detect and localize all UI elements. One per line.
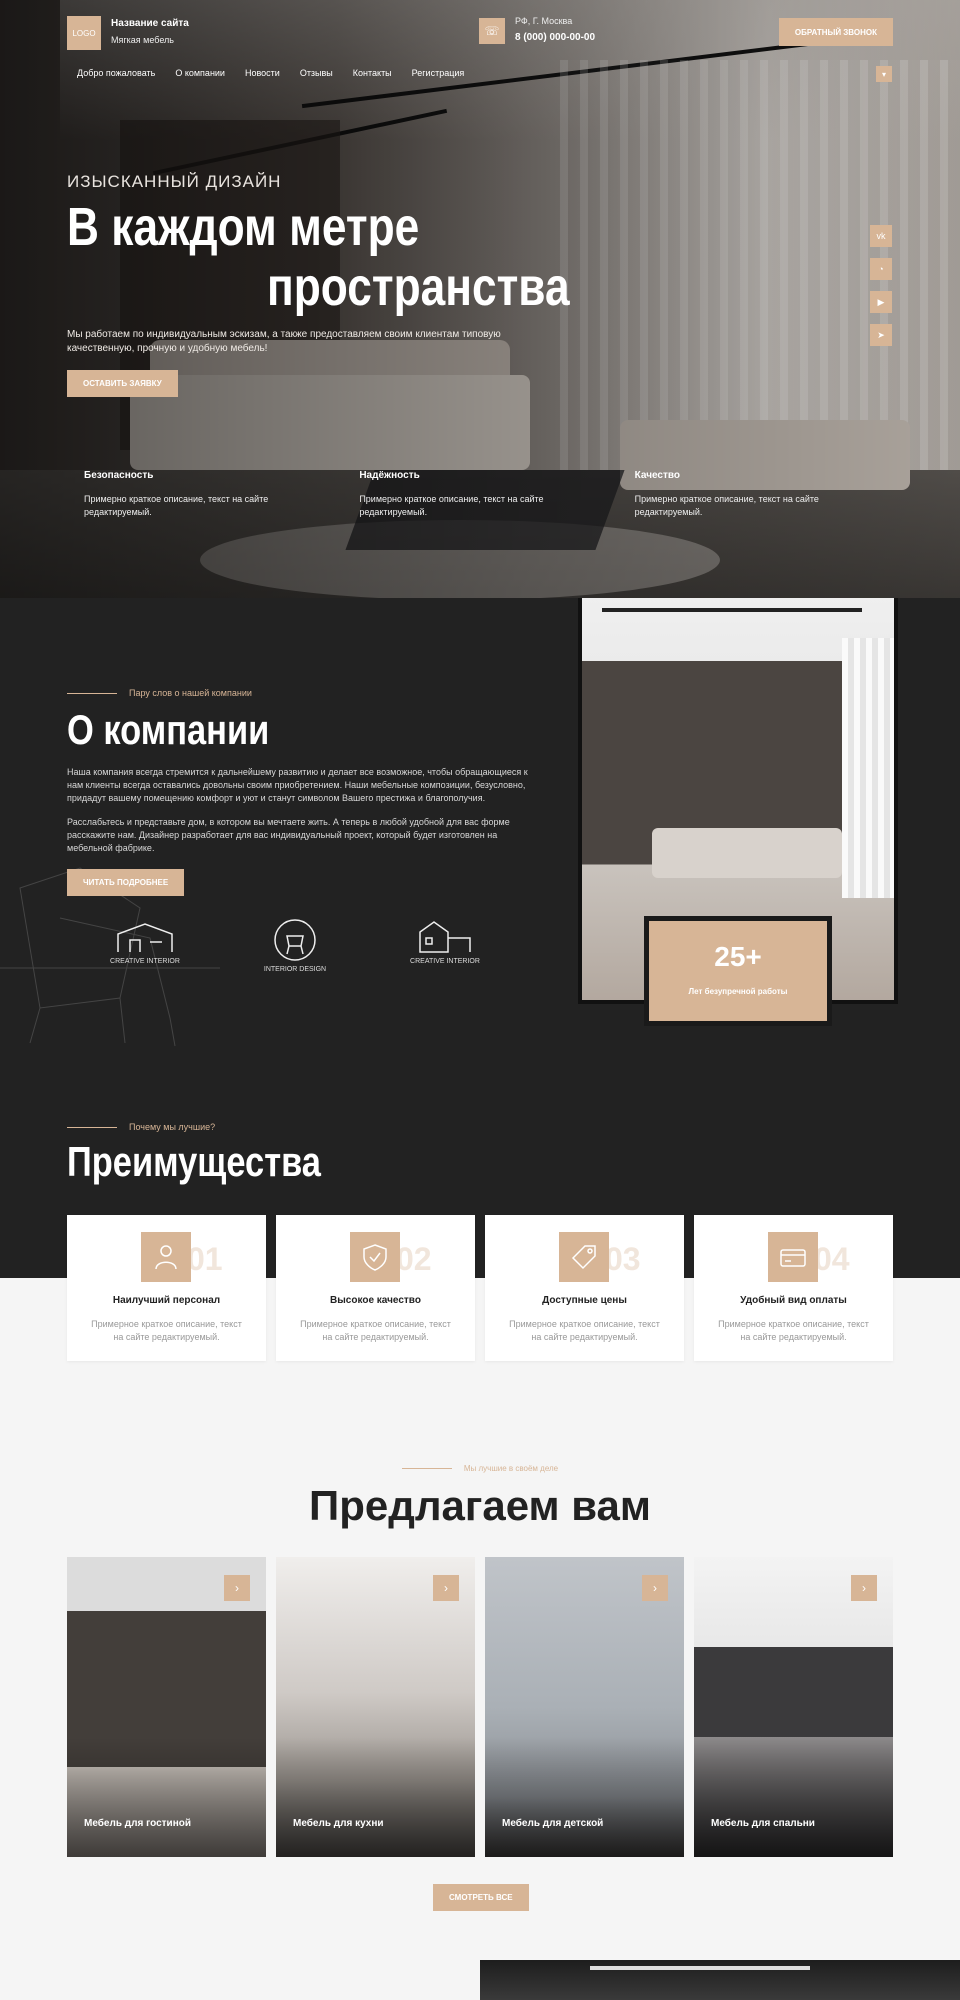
site-header: LOGO Название сайта Мягкая мебель ☏ РФ, … xyxy=(67,16,893,78)
about-title: О компании xyxy=(67,706,270,753)
building-logo-icon xyxy=(419,921,471,953)
hero-section: LOGO Название сайта Мягкая мебель ☏ РФ, … xyxy=(0,0,960,598)
nav-item-reviews[interactable]: Отзывы xyxy=(300,68,333,78)
social-links: vk ◔ ▶ ➤ xyxy=(870,225,892,346)
brand-logo: CREATIVE INTERIOR xyxy=(100,918,190,973)
nav-item-welcome[interactable]: Добро пожаловать xyxy=(77,68,155,78)
see-all-button[interactable]: СМОТРЕТЬ ВСЕ xyxy=(433,1884,529,1911)
about-eyebrow: Пару слов о нашей компании xyxy=(67,688,252,698)
advantage-text: Примерное краткое описание, текст на сай… xyxy=(509,1319,660,1342)
site-name: Название сайта xyxy=(111,18,189,29)
staff-icon xyxy=(141,1232,191,1282)
site-subtitle: Мягкая мебель xyxy=(111,35,174,45)
advantage-title: Доступные цены xyxy=(542,1295,627,1306)
feature-text: Примерно краткое описание, текст на сайт… xyxy=(84,494,269,517)
whatsapp-icon[interactable]: ◔ xyxy=(870,258,892,280)
house-logo-icon xyxy=(117,923,173,952)
hero-features: Безопасность Примерно краткое описание, … xyxy=(67,470,893,519)
about-paragraph-2: Расслабьтесь и представьте дом, в которо… xyxy=(67,817,510,853)
callback-button[interactable]: ОБРАТНЫЙ ЗВОНОК xyxy=(778,18,893,46)
nav-item-registration[interactable]: Регистрация xyxy=(412,68,465,78)
youtube-icon[interactable]: ▶ xyxy=(870,291,892,313)
category-label: Мебель для детской xyxy=(502,1818,604,1829)
logo[interactable]: LOGO xyxy=(67,16,101,50)
advantage-title: Высокое качество xyxy=(330,1295,421,1306)
main-nav: Добро пожаловать О компании Новости Отзы… xyxy=(77,68,464,78)
feature-item: Качество Примерно краткое описание, текс… xyxy=(618,470,893,519)
advantage-number: 03 xyxy=(605,1241,641,1277)
years-label: Лет безупречной работы xyxy=(688,987,788,996)
chevron-right-icon[interactable]: › xyxy=(224,1575,250,1601)
advantage-text: Примерное краткое описание, текст на сай… xyxy=(91,1319,242,1342)
advantages-eyebrow: Почему мы лучшие? xyxy=(67,1122,215,1132)
nav-item-news[interactable]: Новости xyxy=(245,68,280,78)
hero-eyebrow: ИЗЫСКАННЫЙ ДИЗАЙН xyxy=(67,172,282,191)
category-card-kids-room[interactable]: › Мебель для детской xyxy=(485,1557,684,1857)
credit-card-icon xyxy=(768,1232,818,1282)
feature-text: Примерно краткое описание, текст на сайт… xyxy=(634,494,819,517)
chair-logo-icon xyxy=(274,919,316,961)
nav-item-contacts[interactable]: Контакты xyxy=(353,68,392,78)
next-section-photo xyxy=(480,1960,960,2000)
advantage-title: Удобный вид оплаты xyxy=(740,1295,847,1306)
quality-shield-icon xyxy=(350,1232,400,1282)
category-label: Мебель для кухни xyxy=(293,1818,384,1829)
brand-logo: INTERIOR DESIGN xyxy=(250,918,340,973)
read-more-button[interactable]: ЧИТАТЬ ПОДРОБНЕЕ xyxy=(67,869,185,896)
advantage-number: 02 xyxy=(396,1241,432,1277)
feature-title: Надёжность xyxy=(359,470,420,481)
category-card-living-room[interactable]: › Мебель для гостиной xyxy=(67,1557,266,1857)
partner-logos: CREATIVE INTERIOR INTERIOR DESIGN CREATI… xyxy=(100,918,490,973)
category-label: Мебель для спальни xyxy=(711,1818,815,1829)
phone-icon: ☏ xyxy=(479,18,505,44)
experience-badge: 25+ Лет безупречной работы xyxy=(644,916,832,1026)
category-label: Мебель для гостиной xyxy=(84,1818,192,1829)
advantage-card: 01 Наилучший персонал Примерное краткое … xyxy=(67,1215,266,1361)
feature-text: Примерно краткое описание, текст на сайт… xyxy=(359,494,544,517)
category-card-kitchen[interactable]: › Мебель для кухни xyxy=(276,1557,475,1857)
offer-cards: › Мебель для гостиной › Мебель для кухни… xyxy=(67,1557,893,1857)
hero-title-line2: пространства xyxy=(267,257,570,317)
feature-title: Безопасность xyxy=(84,470,154,481)
offer-eyebrow: Мы лучшие в своём деле xyxy=(0,1464,960,1473)
chevron-right-icon[interactable]: › xyxy=(642,1575,668,1601)
advantages-cards: 01 Наилучший персонал Примерное краткое … xyxy=(67,1215,893,1361)
advantage-card: 04 Удобный вид оплаты Примерное краткое … xyxy=(694,1215,893,1361)
advantage-card: 02 Высокое качество Примерное краткое оп… xyxy=(276,1215,475,1361)
phone-region: РФ, Г. Москва xyxy=(515,16,573,26)
chevron-right-icon[interactable]: › xyxy=(433,1575,459,1601)
advantage-card: 03 Доступные цены Примерное краткое опис… xyxy=(485,1215,684,1361)
feature-item: Надёжность Примерно краткое описание, те… xyxy=(342,470,617,519)
nav-item-about[interactable]: О компании xyxy=(175,68,225,78)
telegram-icon[interactable]: ➤ xyxy=(870,324,892,346)
advantage-text: Примерное краткое описание, текст на сай… xyxy=(718,1319,869,1342)
price-tag-icon xyxy=(559,1232,609,1282)
advantages-title: Преимущества xyxy=(67,1138,321,1185)
years-value: 25+ xyxy=(714,941,762,972)
hero-description: Мы работаем по индивидуальным эскизам, а… xyxy=(67,329,501,354)
nav-toggle-icon[interactable]: ▾ xyxy=(876,66,892,82)
phone-number[interactable]: 8 (000) 000-00-00 xyxy=(515,32,595,43)
brand-logo: CREATIVE INTERIOR xyxy=(400,918,490,973)
advantage-title: Наилучший персонал xyxy=(112,1295,221,1306)
advantage-number: 01 xyxy=(187,1241,223,1277)
vk-icon[interactable]: vk xyxy=(870,225,892,247)
feature-title: Качество xyxy=(634,470,681,481)
hero-title-line1: В каждом метре xyxy=(67,197,420,257)
about-paragraph-1: Наша компания всегда стремится к дальней… xyxy=(67,767,528,803)
advantage-text: Примерное краткое описание, текст на сай… xyxy=(300,1319,451,1342)
about-section: Пару слов о нашей компании О компании На… xyxy=(0,598,960,1278)
chevron-right-icon[interactable]: › xyxy=(851,1575,877,1601)
offer-title: Предлагаем вам xyxy=(309,1482,651,1529)
feature-item: Безопасность Примерно краткое описание, … xyxy=(67,470,342,519)
category-card-bedroom[interactable]: › Мебель для спальни xyxy=(694,1557,893,1857)
advantage-number: 04 xyxy=(814,1241,850,1277)
leave-request-button[interactable]: ОСТАВИТЬ ЗАЯВКУ xyxy=(67,370,178,397)
